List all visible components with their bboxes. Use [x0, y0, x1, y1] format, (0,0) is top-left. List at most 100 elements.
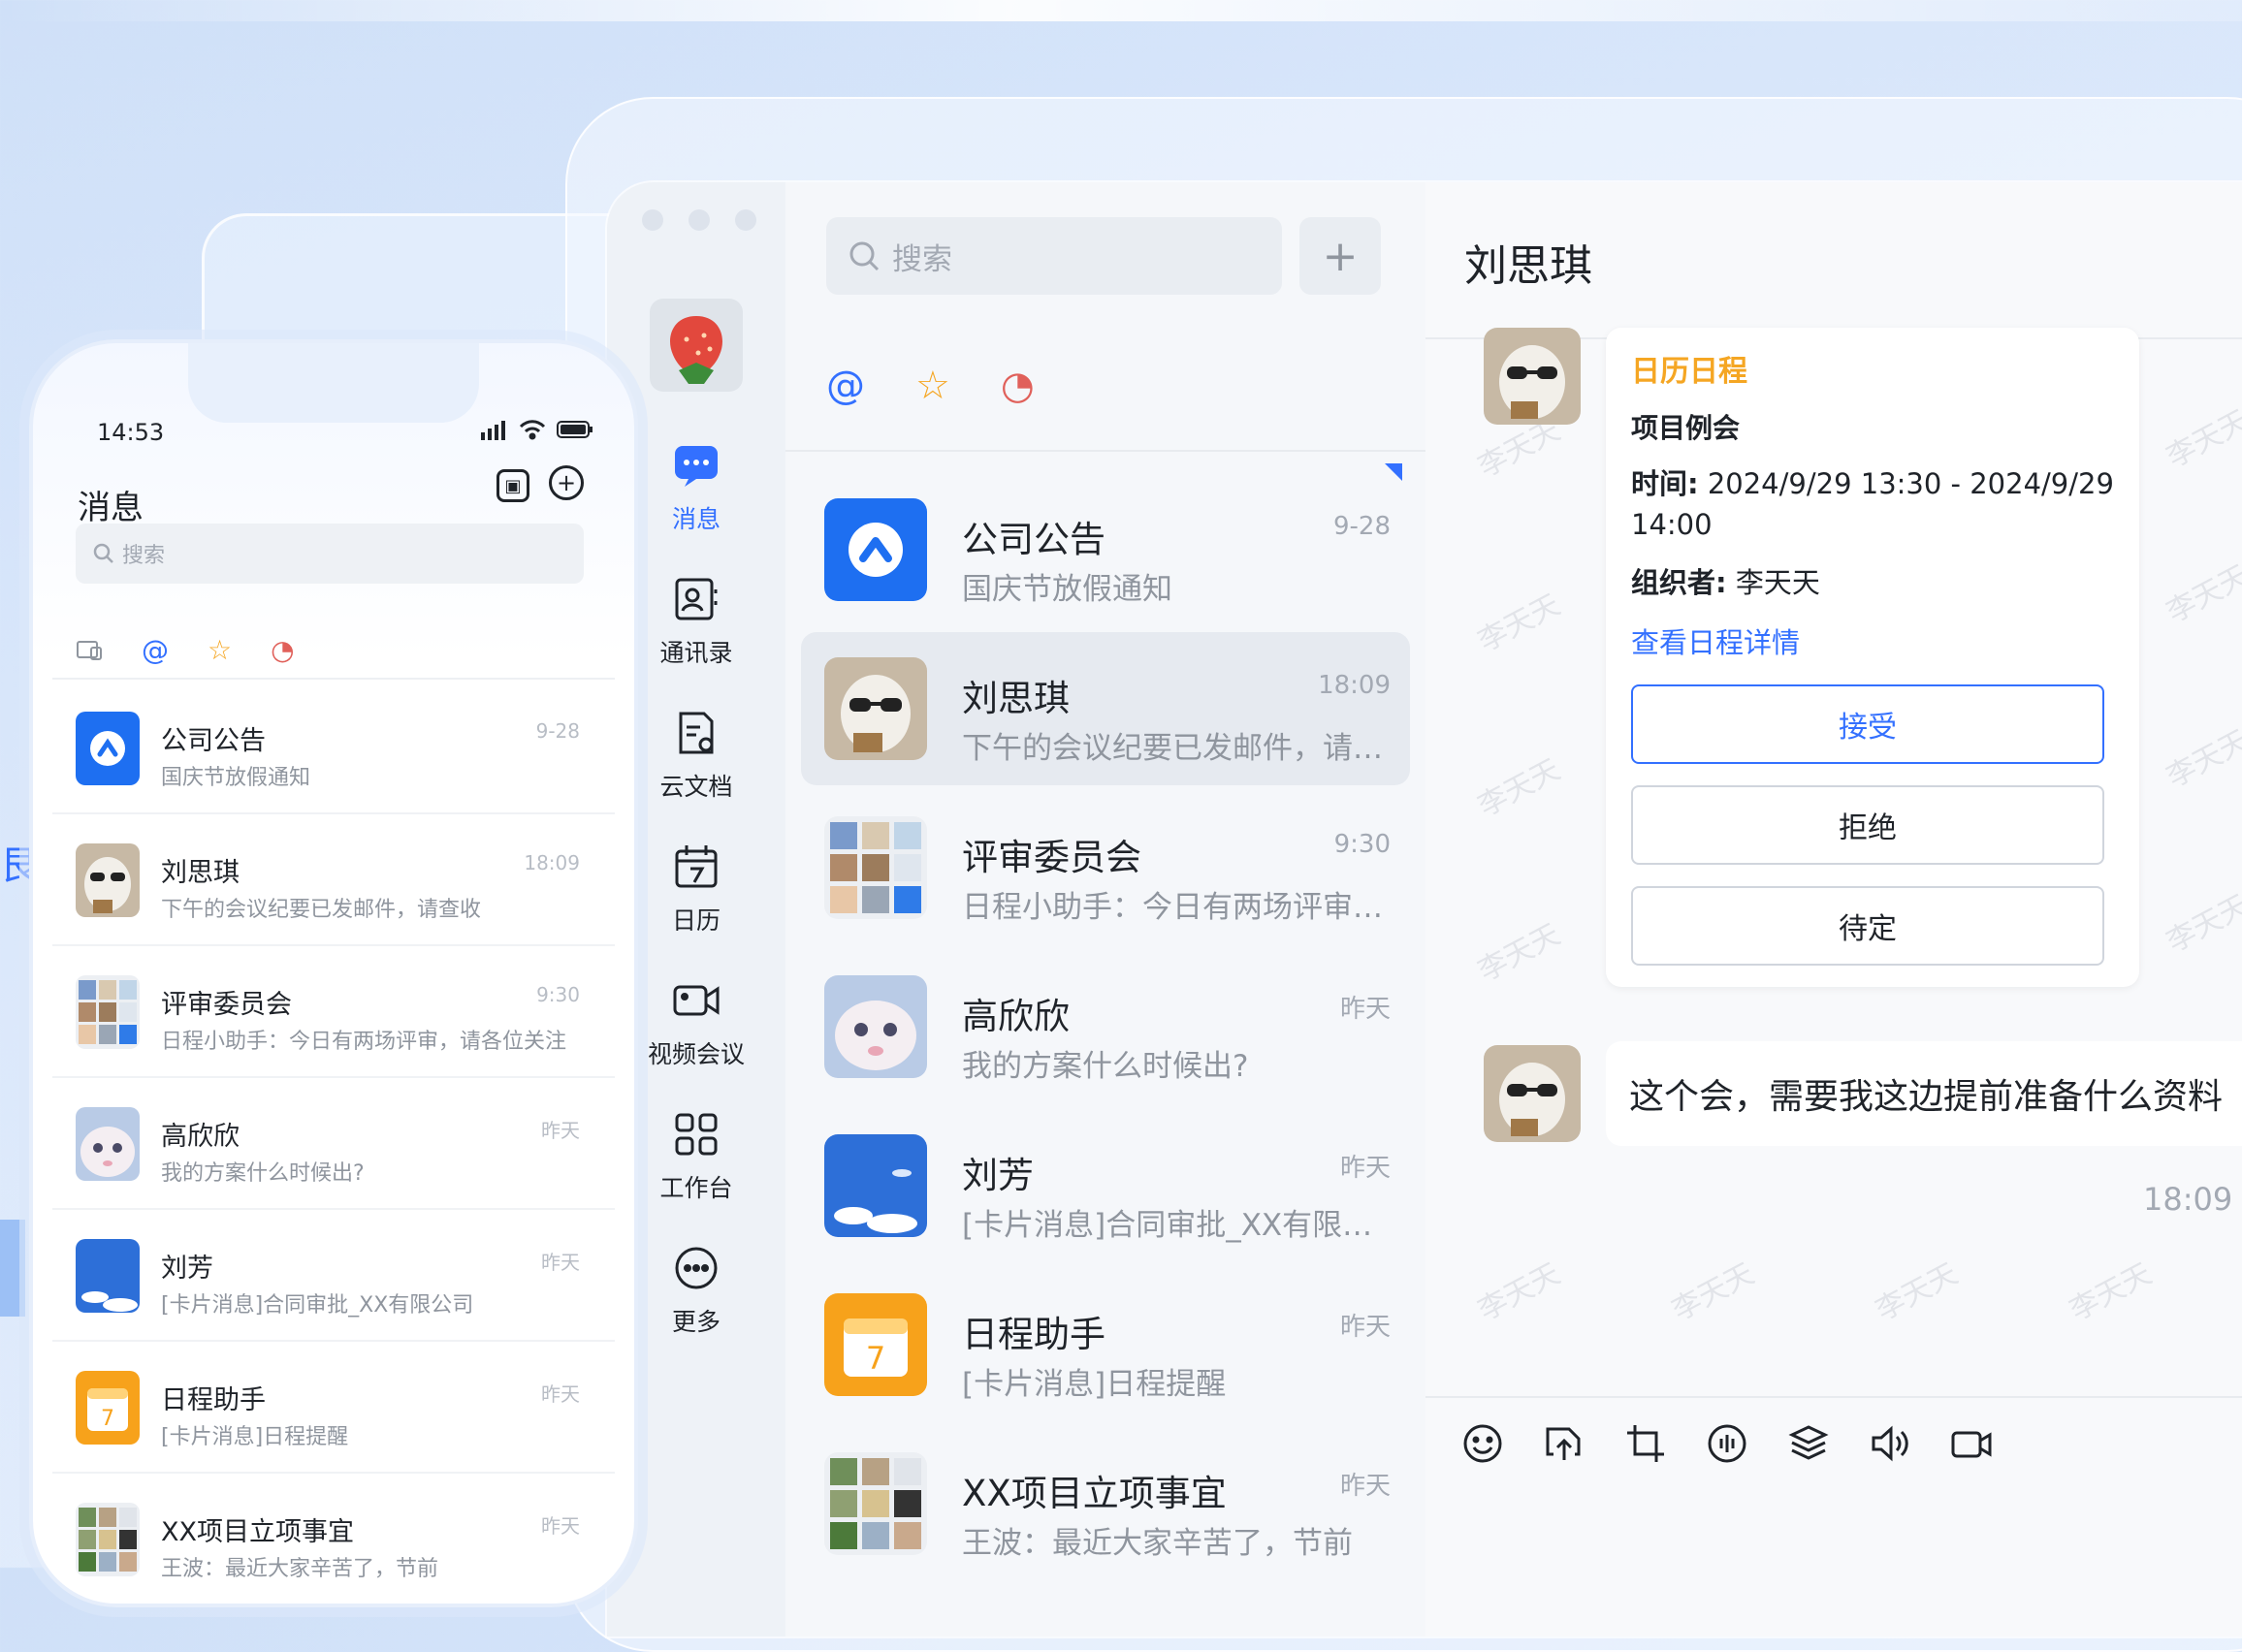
announcement-avatar	[76, 712, 140, 785]
user-avatar[interactable]	[650, 299, 743, 392]
star-filter-icon[interactable]: ☆	[208, 634, 232, 666]
conversation-time: 昨天	[541, 1382, 580, 1406]
conversation-name: XX项目立项事宜	[962, 1473, 1227, 1514]
video-icon[interactable]	[1949, 1421, 1994, 1466]
watermark: 李天天	[1472, 752, 1566, 824]
sky-avatar	[824, 1134, 927, 1237]
star-filter-icon[interactable]: ☆	[915, 366, 950, 405]
conversation-preview: 我的方案什么时候出?	[161, 1161, 365, 1186]
conversation-item[interactable]: 刘芳 [卡片消息]合同审批_XX有限公司 昨天	[801, 1109, 1410, 1262]
recent-filter-icon[interactable]: ◔	[1001, 366, 1035, 405]
mention-filter-icon[interactable]: @	[142, 634, 169, 666]
layers-icon[interactable]	[1786, 1421, 1831, 1466]
conversation-item[interactable]: XX项目立项事宜 王波：最近大家辛苦了，节前 昨天	[801, 1427, 1410, 1580]
desktop-window: 消息 通讯录 云文档 日历 视频会议 工作台 更多 搜索 + @ ☆ ◔ 公司公…	[607, 182, 2242, 1636]
conversation-time: 昨天	[1339, 1154, 1391, 1183]
crop-icon[interactable]	[1623, 1421, 1668, 1466]
conversation-time: 昨天	[1339, 995, 1391, 1024]
conversation-time: 9-28	[535, 719, 580, 743]
phone-conversation-item[interactable]: 评审委员会 日程小助手：今日有两场评审，请各位关注 9:30	[52, 944, 615, 1078]
decline-button[interactable]: 拒绝	[1631, 785, 2104, 865]
rail-label: 日历	[671, 906, 721, 935]
rail-label: 消息	[671, 505, 721, 533]
conversation-name: XX项目立项事宜	[161, 1517, 354, 1547]
maximize-dot[interactable]	[735, 209, 756, 231]
conversation-name: 评审委员会	[962, 837, 1141, 878]
add-button[interactable]: +	[1299, 217, 1381, 295]
group-avatar	[76, 975, 140, 1049]
upload-icon[interactable]	[1542, 1421, 1586, 1466]
divider	[52, 678, 615, 680]
tentative-button[interactable]: 待定	[1631, 886, 2104, 966]
cat-avatar	[824, 975, 927, 1078]
conversation-name: 日程助手	[962, 1314, 1105, 1355]
phone-conversation-item[interactable]: 高欣欣 我的方案什么时候出? 昨天	[52, 1076, 615, 1210]
conversation-preview: [卡片消息]日程提醒	[161, 1425, 349, 1449]
watermark: 李天天	[1870, 1256, 1964, 1328]
event-time: 时间: 2024/9/29 13:30 - 2024/9/29 14:00	[1631, 463, 2116, 545]
conversation-preview: 国庆节放假通知	[962, 572, 1172, 607]
recent-filter-icon[interactable]: ◔	[271, 634, 294, 666]
conversation-preview: 下午的会议纪要已发邮件，请查收	[962, 731, 1398, 766]
conversation-time: 18:09	[524, 851, 580, 874]
video-camera-icon	[673, 985, 720, 1016]
watermark: 李天天	[1472, 1256, 1566, 1328]
sheep-avatar	[76, 843, 140, 917]
add-circle-icon[interactable]: +	[549, 465, 584, 500]
voice-icon[interactable]	[1705, 1421, 1749, 1466]
conversation-preview: 日程小助手：今日有两场评审，请各位关注	[161, 1030, 567, 1054]
group-avatar	[824, 1452, 927, 1555]
rail-label: 云文档	[659, 773, 733, 801]
message-icon	[675, 446, 718, 487]
search-input[interactable]: 搜索	[826, 217, 1282, 295]
conversation-item[interactable]: 7 日程助手 [卡片消息]日程提醒 昨天	[801, 1268, 1410, 1421]
phone-conversation-item[interactable]: 公司公告 国庆节放假通知 9-28	[52, 681, 615, 814]
document-icon	[679, 712, 714, 754]
close-dot[interactable]	[642, 209, 663, 231]
speaker-icon[interactable]	[1868, 1421, 1912, 1466]
phone-conversation-item[interactable]: 刘思琪 下午的会议纪要已发邮件，请查收 18:09	[52, 812, 615, 946]
conversation-preview: 王波：最近大家辛苦了，节前	[161, 1557, 439, 1581]
conversation-time: 昨天	[1339, 1313, 1391, 1342]
conversation-name: 刘芳	[161, 1254, 213, 1284]
conversation-item[interactable]: 刘思琪 下午的会议纪要已发邮件，请查收 18:09	[801, 632, 1410, 785]
mention-filter-icon[interactable]: @	[826, 366, 865, 405]
card-title: 日历日程	[1631, 355, 1747, 389]
signal-icon	[481, 421, 505, 440]
phone-conversation-item[interactable]: 7 日程助手 [卡片消息]日程提醒 昨天	[52, 1340, 615, 1474]
group-avatar	[824, 816, 927, 919]
conversation-item[interactable]: 高欣欣 我的方案什么时候出? 昨天	[801, 950, 1410, 1103]
conversation-name: 刘芳	[962, 1155, 1034, 1196]
sender-avatar[interactable]	[1484, 328, 1581, 425]
watermark: 李天天	[1472, 917, 1566, 989]
time-value: 2024/9/29 13:30 - 2024/9/29 14:00	[1631, 467, 2114, 541]
left-accent-strip	[0, 1220, 25, 1317]
watermark: 李天天	[2161, 888, 2242, 960]
watermark: 李天天	[2161, 558, 2242, 630]
conversation-item[interactable]: 公司公告 国庆节放假通知 9-28	[801, 463, 1410, 626]
sky-avatar	[76, 1239, 140, 1313]
device-filter-icon[interactable]	[76, 639, 103, 662]
conversation-item[interactable]: 评审委员会 日程小助手：今日有两场评审，请各位关注 9:30	[801, 791, 1410, 944]
filter-row: @ ☆ ◔	[826, 366, 1035, 405]
calendar-event-card: 日历日程 项目例会 时间: 2024/9/29 13:30 - 2024/9/2…	[1606, 328, 2139, 987]
conversation-time: 9:30	[1333, 830, 1391, 859]
message-bubble: 这个会，需要我这边提前准备什么资料	[1606, 1041, 2242, 1146]
message-time: 18:09	[2143, 1181, 2233, 1218]
phone-conversation-item[interactable]: XX项目立项事宜 王波：最近大家辛苦了，节前 昨天	[52, 1472, 615, 1604]
conversation-preview: [卡片消息]日程提醒	[962, 1367, 1227, 1402]
view-details-link[interactable]: 查看日程详情	[1631, 620, 1800, 661]
sender-avatar[interactable]	[1484, 1045, 1581, 1142]
accept-button[interactable]: 接受	[1631, 684, 2104, 764]
composer-toolbar	[1460, 1421, 1994, 1466]
phone-search-input[interactable]: 搜索	[76, 524, 584, 584]
conversation-time: 昨天	[541, 1514, 580, 1538]
scan-icon[interactable]: ▣	[496, 469, 529, 502]
top-glow	[0, 0, 2242, 21]
chat-title: 刘思琪	[1464, 241, 1592, 291]
minimize-dot[interactable]	[689, 209, 710, 231]
emoji-icon[interactable]	[1460, 1421, 1505, 1466]
phone-conversation-item[interactable]: 刘芳 [卡片消息]合同审批_XX有限公司 昨天	[52, 1208, 615, 1342]
wifi-icon	[519, 420, 546, 440]
pin-flag	[1385, 463, 1402, 481]
